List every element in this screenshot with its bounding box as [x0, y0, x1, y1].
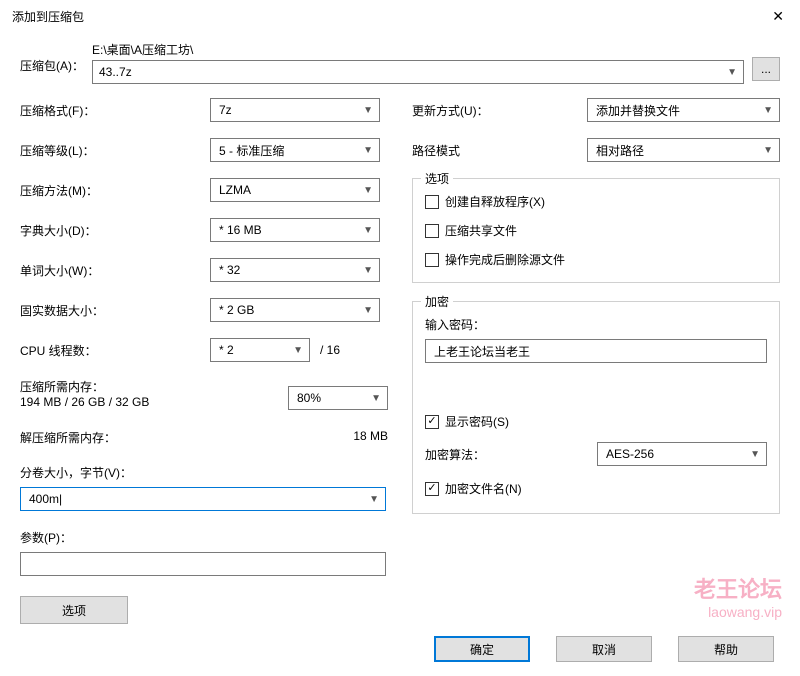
- word-select[interactable]: * 32 ▼: [210, 258, 380, 282]
- chevron-down-icon: ▼: [355, 145, 373, 156]
- sfx-label: 创建自释放程序(X): [445, 193, 545, 210]
- options-button[interactable]: 选项: [20, 596, 128, 624]
- solid-label: 固实数据大小：: [20, 302, 210, 319]
- delete-after-label: 操作完成后删除源文件: [445, 251, 565, 268]
- mem-decompress-value: 18 MB: [353, 429, 388, 446]
- method-label: 压缩方法(M)：: [20, 182, 210, 199]
- ok-button[interactable]: 确定: [434, 636, 530, 662]
- algo-label: 加密算法：: [425, 446, 485, 463]
- footer: 确定 取消 帮助: [0, 636, 800, 662]
- archive-path: E:\桌面\A压缩工坊\: [92, 41, 744, 60]
- encrypt-names-label: 加密文件名(N): [445, 480, 522, 497]
- mem-percent-select[interactable]: 80% ▼: [288, 386, 388, 410]
- pathmode-label: 路径模式: [412, 142, 587, 159]
- chevron-down-icon: ▼: [369, 494, 379, 505]
- browse-button[interactable]: ...: [752, 57, 780, 81]
- update-select[interactable]: 添加并替换文件 ▼: [587, 98, 780, 122]
- dict-select[interactable]: * 16 MB ▼: [210, 218, 380, 242]
- param-input[interactable]: [20, 552, 386, 576]
- shared-label: 压缩共享文件: [445, 222, 517, 239]
- dict-label: 字典大小(D)：: [20, 222, 210, 239]
- show-password-label: 显示密码(S): [445, 413, 509, 430]
- chevron-down-icon: ▼: [355, 265, 373, 276]
- pathmode-select[interactable]: 相对路径 ▼: [587, 138, 780, 162]
- chevron-down-icon: ▼: [355, 185, 373, 196]
- split-label: 分卷大小，字节(V)：: [20, 464, 388, 481]
- options-group: 选项 创建自释放程序(X) 压缩共享文件 操作完成后删除源文件: [412, 178, 780, 283]
- cancel-button[interactable]: 取消: [556, 636, 652, 662]
- param-label: 参数(P)：: [20, 529, 388, 546]
- encrypt-group-title: 加密: [421, 293, 453, 310]
- mem-compress-value: 194 MB / 26 GB / 32 GB: [20, 395, 288, 409]
- password-input[interactable]: 上老王论坛当老王: [425, 339, 767, 363]
- chevron-down-icon: ▼: [755, 145, 773, 156]
- encrypt-names-checkbox[interactable]: [425, 482, 439, 496]
- show-password-checkbox[interactable]: [425, 415, 439, 429]
- mem-compress-label: 压缩所需内存：: [20, 378, 288, 395]
- format-label: 压缩格式(F)：: [20, 102, 210, 119]
- close-icon[interactable]: ✕: [764, 6, 792, 27]
- format-select[interactable]: 7z ▼: [210, 98, 380, 122]
- archive-label: 压缩包(A)：: [20, 41, 84, 74]
- threads-select[interactable]: * 2 ▼: [210, 338, 310, 362]
- mem-decompress-label: 解压缩所需内存：: [20, 429, 116, 446]
- chevron-down-icon: ▼: [355, 305, 373, 316]
- archive-row: 压缩包(A)： E:\桌面\A压缩工坊\ 43..7z ▼ ...: [20, 33, 780, 98]
- split-size-input[interactable]: 400m| ▼: [20, 487, 386, 511]
- window-title: 添加到压缩包: [12, 8, 84, 25]
- level-select[interactable]: 5 - 标准压缩 ▼: [210, 138, 380, 162]
- options-group-title: 选项: [421, 170, 453, 187]
- update-label: 更新方式(U)：: [412, 102, 587, 119]
- chevron-down-icon: ▼: [355, 105, 373, 116]
- password-label: 输入密码：: [425, 316, 767, 333]
- chevron-down-icon: ▼: [355, 225, 373, 236]
- solid-select[interactable]: * 2 GB ▼: [210, 298, 380, 322]
- delete-after-checkbox[interactable]: [425, 253, 439, 267]
- level-label: 压缩等级(L)：: [20, 142, 210, 159]
- chevron-down-icon: ▼: [285, 345, 303, 356]
- archive-filename: 43..7z: [99, 65, 132, 79]
- sfx-checkbox[interactable]: [425, 195, 439, 209]
- archive-filename-select[interactable]: 43..7z ▼: [92, 60, 744, 84]
- word-label: 单词大小(W)：: [20, 262, 210, 279]
- titlebar: 添加到压缩包 ✕: [0, 0, 800, 33]
- chevron-down-icon: ▼: [727, 67, 737, 78]
- threads-label: CPU 线程数：: [20, 342, 210, 359]
- shared-checkbox[interactable]: [425, 224, 439, 238]
- help-button[interactable]: 帮助: [678, 636, 774, 662]
- chevron-down-icon: ▼: [363, 393, 381, 404]
- method-select[interactable]: LZMA ▼: [210, 178, 380, 202]
- chevron-down-icon: ▼: [755, 105, 773, 116]
- algo-select[interactable]: AES-256 ▼: [597, 442, 767, 466]
- chevron-down-icon: ▼: [742, 449, 760, 460]
- threads-max: / 16: [316, 343, 340, 357]
- encrypt-group: 加密 输入密码： 上老王论坛当老王 显示密码(S) 加密算法： AES-256 …: [412, 301, 780, 514]
